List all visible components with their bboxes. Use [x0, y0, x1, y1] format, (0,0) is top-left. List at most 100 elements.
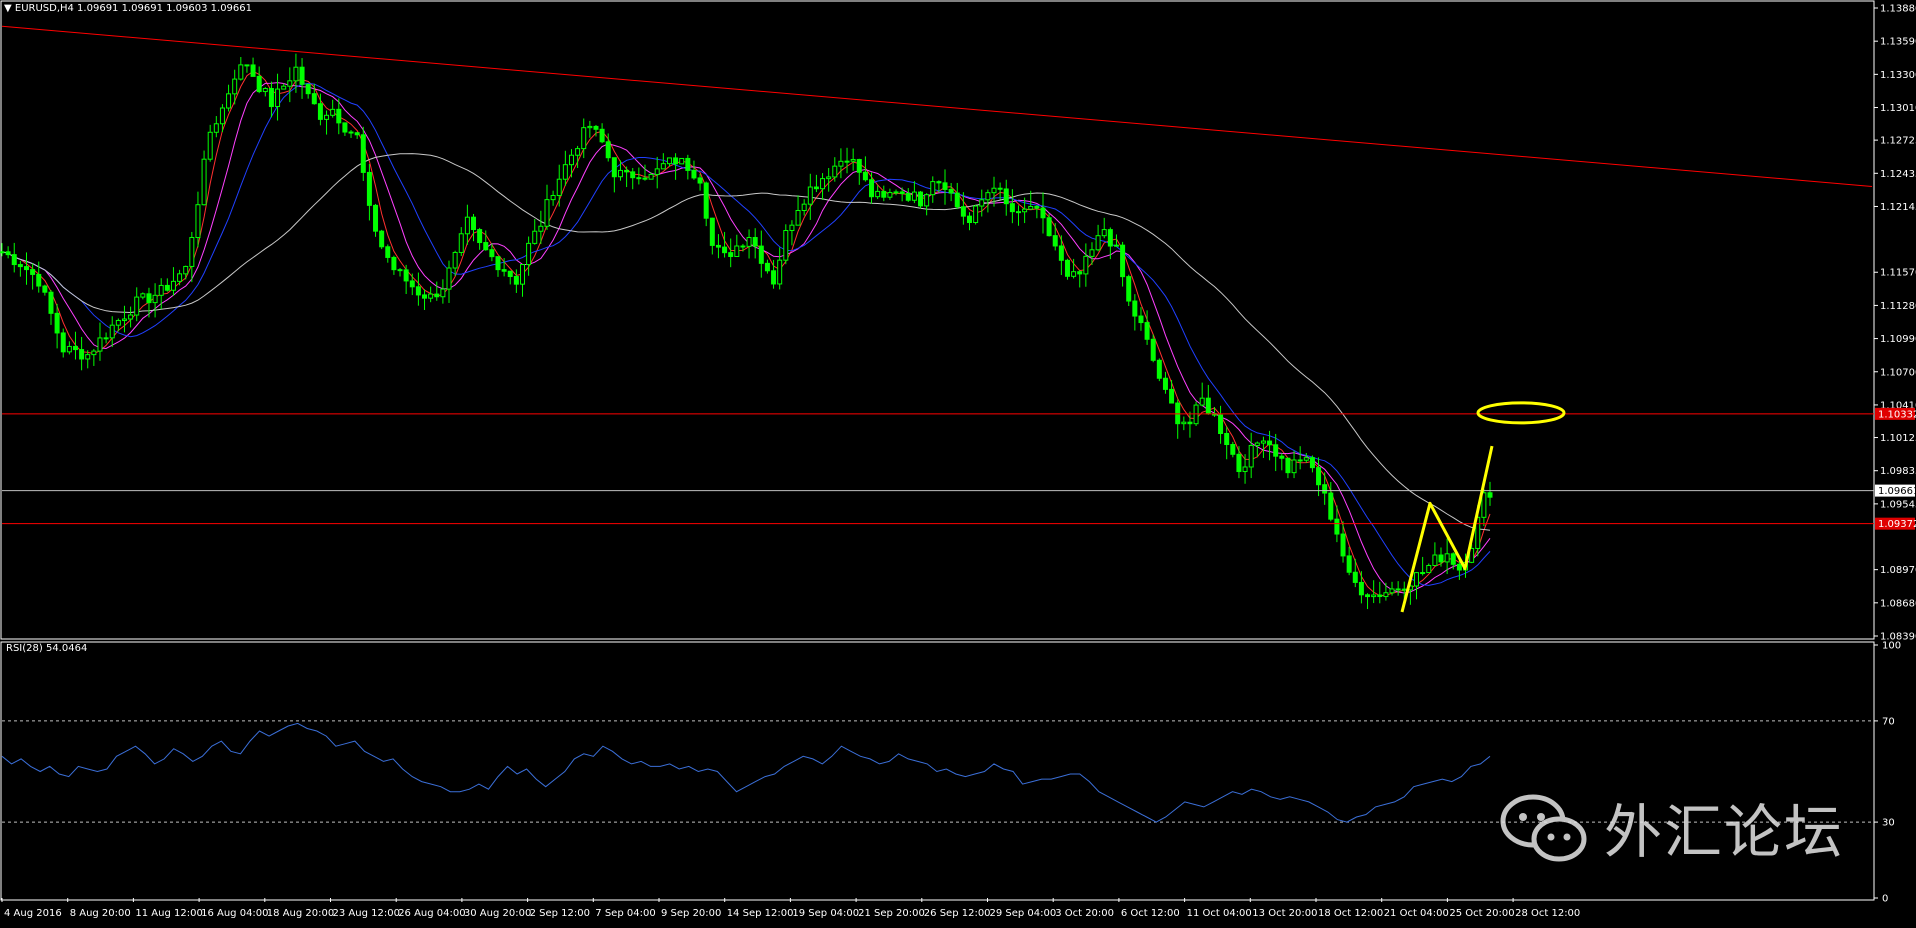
candle-body [140, 293, 146, 298]
candle-body [550, 195, 556, 201]
candle-body [170, 280, 176, 291]
candle-body [918, 191, 924, 207]
time-tick-label: 11 Oct 04:00 [1187, 908, 1252, 919]
candle-body [195, 204, 201, 239]
time-tick-label: 30 Aug 20:00 [464, 908, 531, 919]
candle-body [660, 163, 666, 170]
candle-body [1101, 229, 1107, 237]
candle-body [1242, 466, 1248, 473]
candle-body [17, 264, 23, 268]
candle-body [758, 245, 764, 264]
time-tick-label: 13 Oct 20:00 [1252, 908, 1317, 919]
candle-body [1328, 492, 1334, 520]
candle-body [728, 252, 734, 258]
candle-body [177, 273, 183, 282]
candle-body [1438, 554, 1444, 563]
time-tick-label: 21 Oct 04:00 [1384, 908, 1449, 919]
candle-body [746, 237, 752, 247]
candle-body [1077, 271, 1083, 275]
candle-body [1389, 588, 1395, 594]
candle-body [30, 269, 36, 275]
candle-body [838, 160, 844, 167]
candle-body [869, 179, 875, 198]
candle-body [1162, 377, 1168, 390]
candle-body [299, 66, 305, 85]
candle-body [1279, 455, 1285, 459]
candle-body [1064, 259, 1070, 277]
candle-body [152, 294, 158, 304]
candle-body [1187, 421, 1193, 425]
candle-body [611, 157, 617, 178]
candle-body [771, 270, 777, 285]
candle-body [973, 205, 979, 224]
wechat-icon [1500, 794, 1587, 862]
candle-body [213, 123, 219, 133]
candle-body [826, 176, 832, 180]
candle-body [544, 199, 550, 227]
candle-body [36, 273, 42, 287]
candle-body [1248, 445, 1254, 468]
candle-body [954, 192, 960, 208]
candle-body [875, 190, 881, 198]
candle-body [715, 244, 721, 248]
candle-body [54, 312, 60, 334]
candle-body [1481, 492, 1487, 518]
candle-body [66, 345, 72, 353]
candle-body [103, 337, 109, 340]
candle-body [293, 66, 299, 82]
candle-body [1309, 457, 1315, 469]
candle-body [948, 188, 954, 194]
candle-body [599, 128, 605, 143]
candle-body [562, 164, 568, 180]
candle-body [1273, 444, 1279, 457]
candle-body [415, 286, 421, 296]
main-panel-frame [0, 0, 1875, 640]
candle-body [1052, 235, 1058, 247]
candle-body [624, 169, 630, 173]
candle-body [960, 206, 966, 217]
candle-body [1218, 414, 1224, 435]
candle-body [458, 233, 464, 253]
candle-body [605, 141, 611, 159]
candle-body [446, 267, 452, 290]
candle-body [575, 148, 581, 156]
candle-body [697, 177, 703, 184]
candle-body [979, 199, 985, 207]
candle-body [813, 186, 819, 190]
candle-body [1003, 188, 1009, 205]
candle-body [636, 177, 642, 180]
candle-body [666, 157, 672, 165]
candle-body [832, 165, 838, 178]
time-tick-label: 23 Aug 12:00 [333, 908, 400, 919]
price-tick-label: 1.10990 [1880, 334, 1916, 345]
candle-body [887, 192, 893, 198]
candle-body [526, 242, 532, 266]
candle-body [60, 332, 66, 353]
candle-body [1107, 229, 1113, 247]
candle-body [1365, 594, 1371, 598]
candle-body [1254, 442, 1260, 447]
candle-body [997, 187, 1003, 190]
rsi-label: RSI(28) 54.0464 [6, 643, 88, 654]
candle-body [385, 246, 391, 258]
time-tick-label: 9 Sep 20:00 [661, 908, 721, 919]
candle-body [501, 269, 507, 272]
candle-body [158, 284, 164, 296]
time-tick-label: 21 Sep 20:00 [858, 908, 925, 919]
candle-body [679, 157, 685, 165]
candle-body [0, 251, 5, 254]
candle-body [391, 256, 397, 271]
price-tick-label: 1.10700 [1880, 367, 1916, 378]
price-tick-label: 1.09545 [1880, 499, 1916, 510]
candle-body [244, 64, 250, 67]
candle-body [1426, 564, 1432, 574]
candle-body [1205, 397, 1211, 415]
candle-body [1352, 571, 1358, 583]
chart-canvas[interactable]: 1.13880 1.13590 1.13300 1.13010 1.12725 1.124… [0, 0, 1916, 924]
candle-body [1297, 459, 1303, 462]
price-tick-label: 1.12435 [1880, 169, 1916, 180]
candle-body [1358, 581, 1364, 596]
candle-body [1236, 453, 1242, 473]
time-tick-label: 19 Sep 04:00 [792, 908, 859, 919]
candle-body [1120, 244, 1126, 278]
